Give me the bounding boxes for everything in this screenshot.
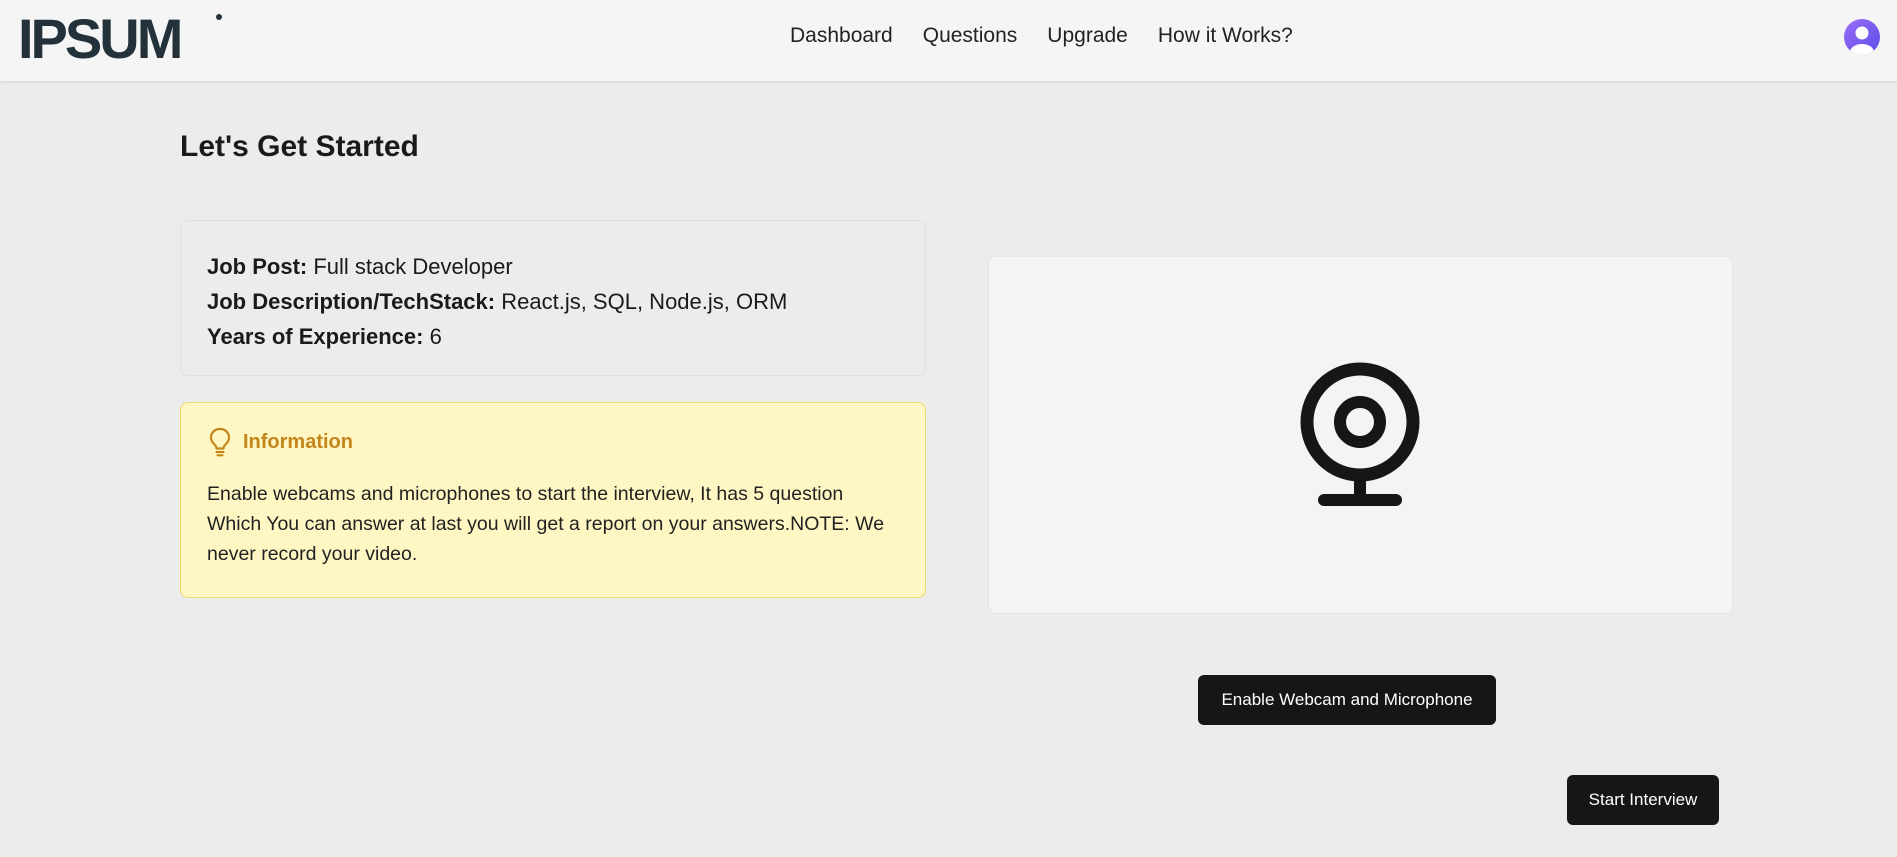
- information-text: Enable webcams and microphones to start …: [207, 483, 885, 565]
- nav-upgrade[interactable]: Upgrade: [1047, 24, 1128, 48]
- page-title: Let's Get Started: [180, 130, 419, 163]
- experience-value: 6: [429, 324, 442, 349]
- webcam-icon: [1300, 362, 1420, 506]
- job-post-value: Full stack Developer: [313, 254, 513, 279]
- information-title: Information: [243, 430, 353, 453]
- nav-how-it-works[interactable]: How it Works?: [1158, 24, 1293, 48]
- lightbulb-icon: [209, 427, 231, 457]
- job-post-row: Job Post: Full stack Developer: [207, 249, 899, 284]
- experience-row: Years of Experience: 6: [207, 319, 899, 354]
- top-header: IPSUM Dashboard Questions Upgrade How it…: [0, 0, 1897, 81]
- information-header: Information: [207, 427, 899, 457]
- information-panel: Information Enable webcams and microphon…: [180, 402, 926, 598]
- job-description-value: React.js, SQL, Node.js, ORM: [501, 289, 788, 314]
- main-nav: Dashboard Questions Upgrade How it Works…: [790, 24, 1293, 48]
- job-description-label: Job Description/TechStack:: [207, 289, 496, 314]
- job-details-card: Job Post: Full stack Developer Job Descr…: [180, 220, 926, 376]
- user-avatar-icon[interactable]: [1844, 19, 1880, 55]
- nav-dashboard[interactable]: Dashboard: [790, 24, 893, 48]
- job-description-row: Job Description/TechStack: React.js, SQL…: [207, 284, 899, 319]
- svg-text:IPSUM: IPSUM: [18, 12, 180, 62]
- start-interview-button[interactable]: Start Interview: [1567, 775, 1719, 825]
- ipsum-logo[interactable]: IPSUM: [18, 12, 223, 62]
- nav-questions[interactable]: Questions: [923, 24, 1018, 48]
- job-post-label: Job Post:: [207, 254, 308, 279]
- enable-webcam-button[interactable]: Enable Webcam and Microphone: [1198, 675, 1496, 725]
- experience-label: Years of Experience:: [207, 324, 424, 349]
